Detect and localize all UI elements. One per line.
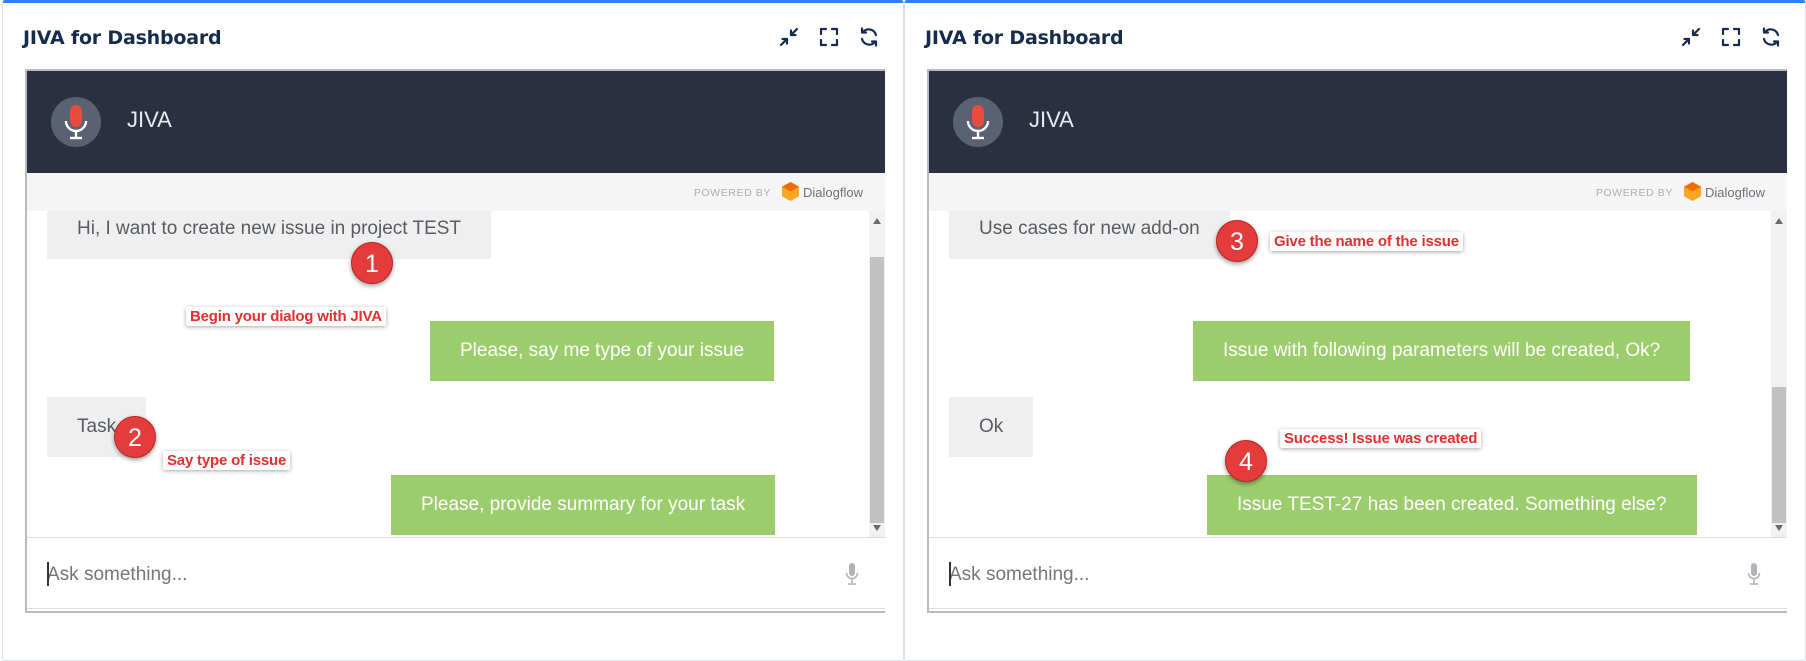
message-list: Use cases for new add-on Issue with foll… [929,211,1787,537]
annotation-marker-2: 2 [114,416,156,458]
powered-brand[interactable]: Dialogflow [1705,185,1765,200]
microphone-icon [966,105,990,140]
message-bot: Issue TEST-27 has been created. Somethin… [1207,475,1697,535]
message-user: Use cases for new add-on [949,211,1230,259]
maximize-icon[interactable] [1719,25,1743,49]
ask-input[interactable] [47,560,787,590]
refresh-icon[interactable] [1759,25,1783,49]
agent-avatar [953,97,1003,147]
mic-input-icon[interactable] [1747,562,1761,586]
powered-bar: POWERED BY Dialogflow [27,173,885,211]
gadget-right: JIVA for Dashboard JIVA POWERED BY Dialo… [904,0,1806,661]
chat-agent-frame: JIVA POWERED BY Dialogflow Use cases for… [927,69,1787,613]
minimize-icon[interactable] [777,25,801,49]
agent-header: JIVA [929,71,1787,173]
agent-avatar [51,97,101,147]
dialogflow-logo-icon [782,182,799,201]
gadget-header: JIVA for Dashboard [3,3,903,69]
scroll-up-arrow[interactable] [1775,218,1783,224]
gadget-controls [777,25,881,49]
powered-by-label: POWERED BY [1595,187,1673,199]
annotation-marker-1: 1 [351,242,393,284]
gadget-controls [1679,25,1783,49]
annotation-callout-2: Say type of issue [163,451,291,470]
scroll-thumb[interactable] [1772,387,1786,523]
annotation-callout-1: Begin your dialog with JIVA [186,307,386,326]
annotation-callout-3: Give the name of the issue [1270,232,1463,251]
message-bot: Issue with following parameters will be … [1193,321,1691,381]
minimize-icon[interactable] [1679,25,1703,49]
powered-bar: POWERED BY Dialogflow [929,173,1787,211]
gadget-title: JIVA for Dashboard [23,27,222,49]
message-scrollbar[interactable] [869,211,885,537]
gadget-title: JIVA for Dashboard [925,27,1124,49]
annotation-marker-3: 3 [1216,220,1258,262]
scroll-thumb[interactable] [870,257,884,523]
scroll-down-arrow[interactable] [1775,525,1783,531]
powered-brand[interactable]: Dialogflow [803,185,863,200]
message-bot: Please, provide summary for your task [391,475,776,535]
message-user: Ok [949,397,1034,457]
annotation-marker-4: 4 [1225,440,1267,482]
gadget-left: JIVA for Dashboard JIVA POWERED BY Dialo… [2,0,904,661]
chat-agent-frame: JIVA POWERED BY Dialogflow Hi, I want to… [25,69,885,613]
microphone-icon [64,105,88,140]
dashboard-stage: JIVA for Dashboard JIVA POWERED BY Dialo… [0,0,1806,661]
agent-header: JIVA [27,71,885,173]
mic-input-icon[interactable] [845,562,859,586]
gadget-header: JIVA for Dashboard [905,3,1805,69]
powered-by-label: POWERED BY [693,187,771,199]
text-caret [47,562,49,586]
text-caret [949,562,951,586]
ask-input[interactable] [949,560,1689,590]
message-bot: Please, say me type of your issue [430,321,775,381]
maximize-icon[interactable] [817,25,841,49]
refresh-icon[interactable] [857,25,881,49]
message-user: Hi, I want to create new issue in projec… [47,211,492,259]
message-scrollbar[interactable] [1771,211,1787,537]
scroll-down-arrow[interactable] [873,525,881,531]
chat-input-row [27,537,885,609]
annotation-callout-4: Success! Issue was created [1280,429,1482,448]
message-list: Hi, I want to create new issue in projec… [27,211,885,537]
agent-name: JIVA [127,107,172,132]
scroll-up-arrow[interactable] [873,218,881,224]
chat-input-row [929,537,1787,609]
dialogflow-logo-icon [1684,182,1701,201]
agent-name: JIVA [1029,107,1074,132]
